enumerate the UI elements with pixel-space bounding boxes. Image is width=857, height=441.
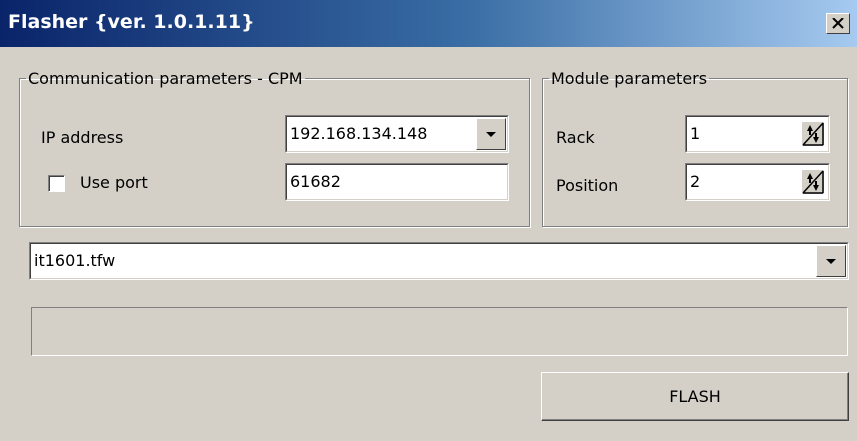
rack-spin-button[interactable] (802, 122, 824, 146)
spin-up-down-icon (802, 170, 824, 194)
ip-address-combobox[interactable]: 192.168.134.148 (285, 115, 509, 153)
module-parameters-legend: Module parameters (551, 69, 708, 88)
firmware-file-combobox[interactable]: it1601.tfw (29, 242, 849, 280)
position-label: Position (556, 176, 619, 195)
communication-parameters-legend: Communication parameters - CPM (28, 69, 303, 88)
flash-progress-bar (31, 307, 848, 356)
position-value: 2 (690, 172, 701, 191)
use-port-checkbox[interactable] (48, 175, 65, 192)
chevron-down-icon (826, 259, 836, 264)
firmware-file-value: it1601.tfw (34, 251, 116, 270)
rack-spinbox[interactable]: 1 (685, 115, 830, 153)
title-bar[interactable]: Flasher {ver. 1.0.1.11} (0, 0, 857, 47)
ip-address-value: 192.168.134.148 (290, 124, 428, 143)
flasher-window: Flasher {ver. 1.0.1.11} Communication pa… (0, 0, 857, 441)
close-button[interactable] (826, 13, 850, 34)
port-input[interactable]: 61682 (285, 163, 509, 201)
port-value: 61682 (290, 172, 341, 191)
spin-up-down-icon (802, 122, 824, 146)
ip-address-label: IP address (41, 128, 124, 147)
rack-value: 1 (690, 124, 701, 143)
position-spinbox[interactable]: 2 (685, 163, 830, 201)
use-port-label[interactable]: Use port (80, 173, 148, 192)
position-spin-button[interactable] (802, 170, 824, 194)
flash-button[interactable]: FLASH (541, 372, 849, 421)
chevron-down-icon (486, 132, 496, 137)
close-icon (832, 18, 844, 29)
window-title: Flasher {ver. 1.0.1.11} (8, 11, 255, 33)
rack-label: Rack (556, 128, 595, 147)
firmware-file-dropdown-button[interactable] (816, 245, 846, 277)
ip-address-dropdown-button[interactable] (476, 118, 506, 150)
